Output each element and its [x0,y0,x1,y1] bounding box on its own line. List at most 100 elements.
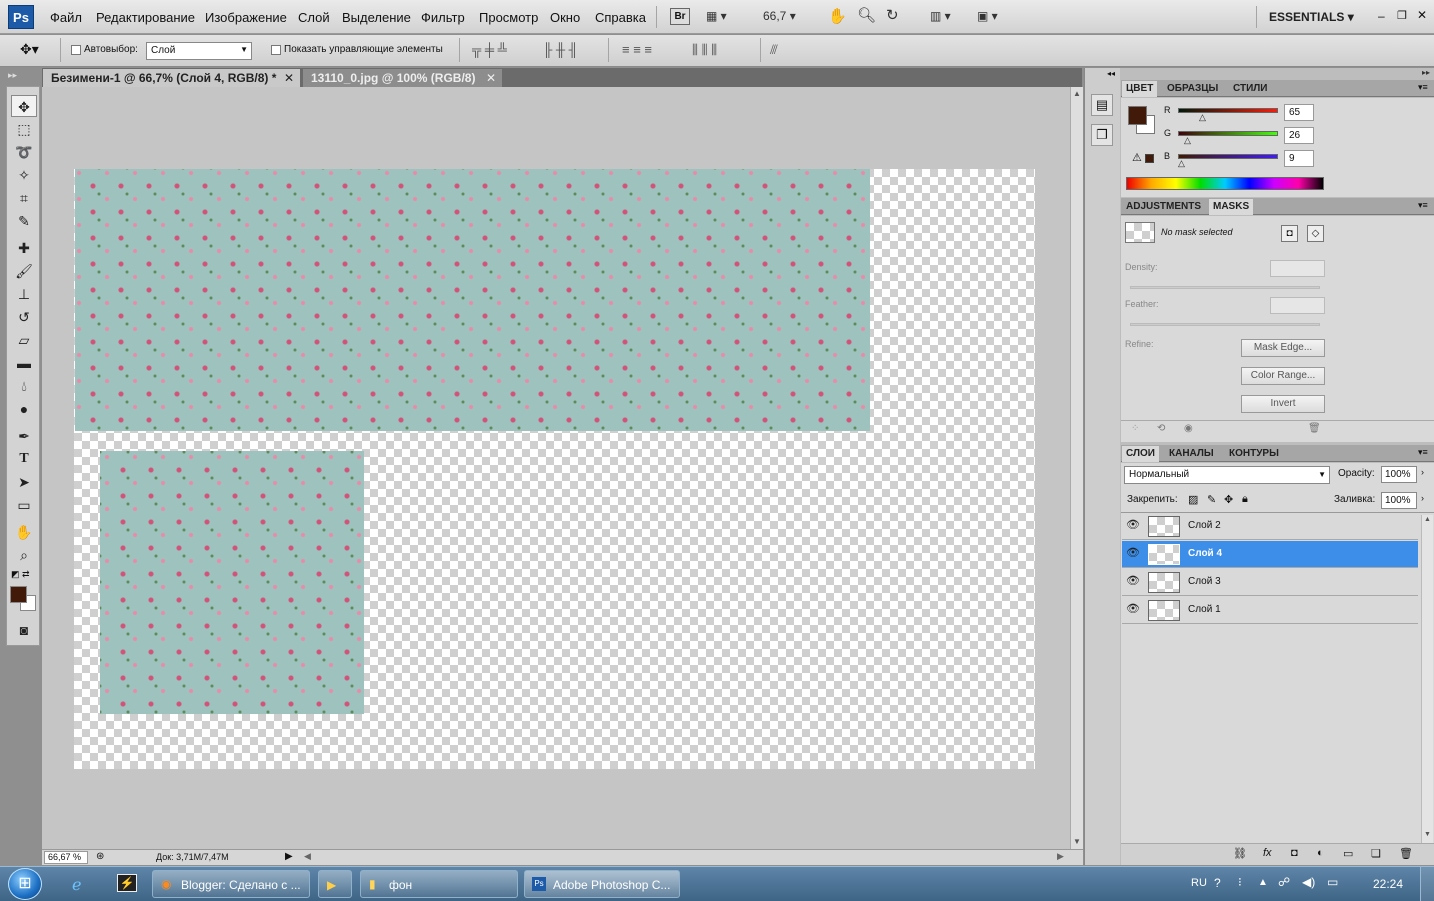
terminal-icon[interactable]: ⚡ [117,874,137,892]
gamut-warning-icon[interactable]: ⚠ [1132,151,1142,164]
rotate-view-icon[interactable]: ↻ [886,6,899,24]
network-icon[interactable]: ☍ [1278,875,1290,889]
panel-menu-icon[interactable]: ▾≡ [1418,82,1428,93]
menu-edit[interactable]: Редактирование [96,10,195,25]
opacity-arrow-icon[interactable]: › [1421,467,1424,477]
autoselect-select[interactable]: Слой ▼ [146,42,252,60]
taskbar-firefox[interactable]: ◉ Blogger: Сделано с ... [152,870,310,898]
delete-mask-icon[interactable]: 🗑︎ [1308,423,1321,434]
layer-row-3[interactable]: 👁︎ Слой 3 [1122,569,1418,596]
color-spectrum-ramp[interactable] [1126,177,1324,190]
lock-position-icon[interactable]: ✥ [1224,493,1233,506]
tab-color[interactable]: ЦВЕТ [1122,81,1158,97]
brush-tool-icon[interactable]: 🖌︎ [11,260,37,282]
show-hidden-icons[interactable]: ▲ [1258,877,1268,888]
tab-swatches[interactable]: ОБРАЗЦЫ [1163,81,1222,97]
ie-icon[interactable]: ℯ [72,875,81,895]
collapse-dock-icon[interactable]: ◂◂ [1107,69,1115,78]
menu-window[interactable]: Окно [550,10,580,25]
bridge-button[interactable]: Br [670,8,690,25]
lasso-tool-icon[interactable]: ➰ [11,141,37,163]
autoselect-checkbox[interactable] [71,45,81,55]
green-slider-handle[interactable]: △ [1184,135,1191,146]
magic-wand-tool-icon[interactable]: ✧ [11,164,37,186]
tab-styles[interactable]: СТИЛИ [1229,81,1271,97]
eyedropper-tool-icon[interactable]: ✎ [11,210,37,232]
restore-icon[interactable]: ❐ [1397,9,1407,22]
density-field[interactable] [1270,260,1325,277]
blue-slider-handle[interactable]: △ [1178,158,1185,169]
canvas-area[interactable] [42,87,1070,849]
layer-comps-panel-icon[interactable]: ❐ [1091,124,1113,146]
expand-panels-icon[interactable]: ▸▸ [1422,68,1430,77]
lock-all-icon[interactable]: 🔒︎ [1242,493,1248,506]
red-slider-handle[interactable]: △ [1199,112,1206,123]
new-group-icon[interactable]: ▭ [1343,847,1353,860]
gamut-color-chip[interactable] [1145,154,1154,163]
taskbar-folder[interactable]: ▮ фон [360,870,518,898]
healing-brush-tool-icon[interactable]: ✚ [11,237,37,259]
close-icon[interactable]: ✕ [486,71,496,85]
green-slider[interactable] [1178,131,1278,136]
auto-align-layers-icon[interactable]: ⫻ [770,42,778,58]
opacity-field[interactable]: 100% [1381,466,1417,483]
zoom-field[interactable]: 66,67 % [44,851,88,864]
blue-value[interactable]: 9 [1284,150,1314,167]
eye-icon[interactable]: 👁︎ [1126,603,1140,615]
pen-tool-icon[interactable]: ✒ [11,425,37,447]
menu-image[interactable]: Изображение [205,10,287,25]
distribute-horizontal-icon[interactable]: ⫼ ⫼ ⫼ [692,42,717,58]
history-brush-tool-icon[interactable]: ↺ [11,306,37,328]
dodge-tool-icon[interactable]: ● [11,398,37,420]
history-panel-icon[interactable]: ▤ [1091,94,1113,116]
add-mask-icon[interactable]: ◘ [1291,847,1298,859]
rectangle-tool-icon[interactable]: ▭ [11,494,37,516]
tab-document-1[interactable]: Безимени-1 @ 66,7% (Слой 4, RGB/8) * ✕ [43,69,300,87]
display-icon[interactable]: ▭ [1327,875,1338,889]
show-transform-controls-checkbox[interactable] [271,45,281,55]
volume-icon[interactable]: ◀) [1302,875,1315,889]
eye-icon[interactable]: 👁︎ [1126,519,1140,531]
distribute-vertical-icon[interactable]: ≡ ≡ ≡ [622,42,652,57]
layers-scrollbar[interactable]: ▲ ▼ [1421,515,1433,843]
red-value[interactable]: 65 [1284,104,1314,121]
new-layer-icon[interactable]: ❏ [1371,847,1381,860]
tab-adjustments[interactable]: ADJUSTMENTS [1122,199,1205,215]
tab-paths[interactable]: КОНТУРЫ [1225,446,1283,462]
close-icon[interactable]: ✕ [1417,8,1427,22]
blur-tool-icon[interactable]: 💧︎ [11,375,37,397]
zoom-tool-icon[interactable]: 🔍︎ [857,6,876,24]
mask-edge-button[interactable]: Mask Edge... [1241,339,1325,357]
disable-mask-icon[interactable]: ◉ [1184,423,1193,434]
foreground-color-swatch[interactable] [10,586,27,603]
lock-pixels-icon[interactable]: ✎ [1207,493,1216,506]
menu-file[interactable]: Файл [50,10,82,25]
minimize-icon[interactable]: – [1378,9,1385,23]
add-pixel-mask-icon[interactable]: ◘ [1281,225,1298,242]
scroll-left-icon[interactable]: ◀ [304,851,311,862]
hand-tool-icon[interactable]: ✋ [11,521,37,543]
taskbar-media[interactable]: ▶ [318,870,352,898]
tab-masks[interactable]: MASKS [1209,199,1254,215]
taskbar-photoshop[interactable]: Ps Adobe Photoshop C... [524,870,680,898]
scroll-down-icon[interactable]: ▼ [1424,831,1431,838]
green-value[interactable]: 26 [1284,127,1314,144]
scroll-up-icon[interactable]: ▲ [1424,516,1431,523]
eye-icon[interactable]: 👁︎ [1126,547,1140,559]
menu-help[interactable]: Справка [595,10,646,25]
start-button[interactable]: ⊞ [8,868,42,900]
move-tool-icon[interactable]: ✥ [11,95,37,117]
view-extras-icon[interactable]: ▦ ▾ [706,9,727,23]
menu-layer[interactable]: Слой [298,10,330,25]
hand-tool-icon[interactable]: ✋ [828,7,847,25]
blend-mode-select[interactable]: Нормальный ▼ [1124,466,1330,484]
gradient-tool-icon[interactable]: ▬ [11,352,37,374]
clone-stamp-tool-icon[interactable]: ⊥ [11,283,37,305]
collapse-toolbox-icon[interactable]: ▸▸ [8,70,17,81]
screen-mode-icon[interactable]: ▣ ▾ [977,9,998,23]
menu-filter[interactable]: Фильтр [421,10,465,25]
layer-row-1[interactable]: 👁︎ Слой 1 [1122,597,1418,624]
menu-view[interactable]: Просмотр [479,10,538,25]
show-desktop-button[interactable] [1420,867,1434,901]
crop-tool-icon[interactable]: ⌗ [11,187,37,209]
